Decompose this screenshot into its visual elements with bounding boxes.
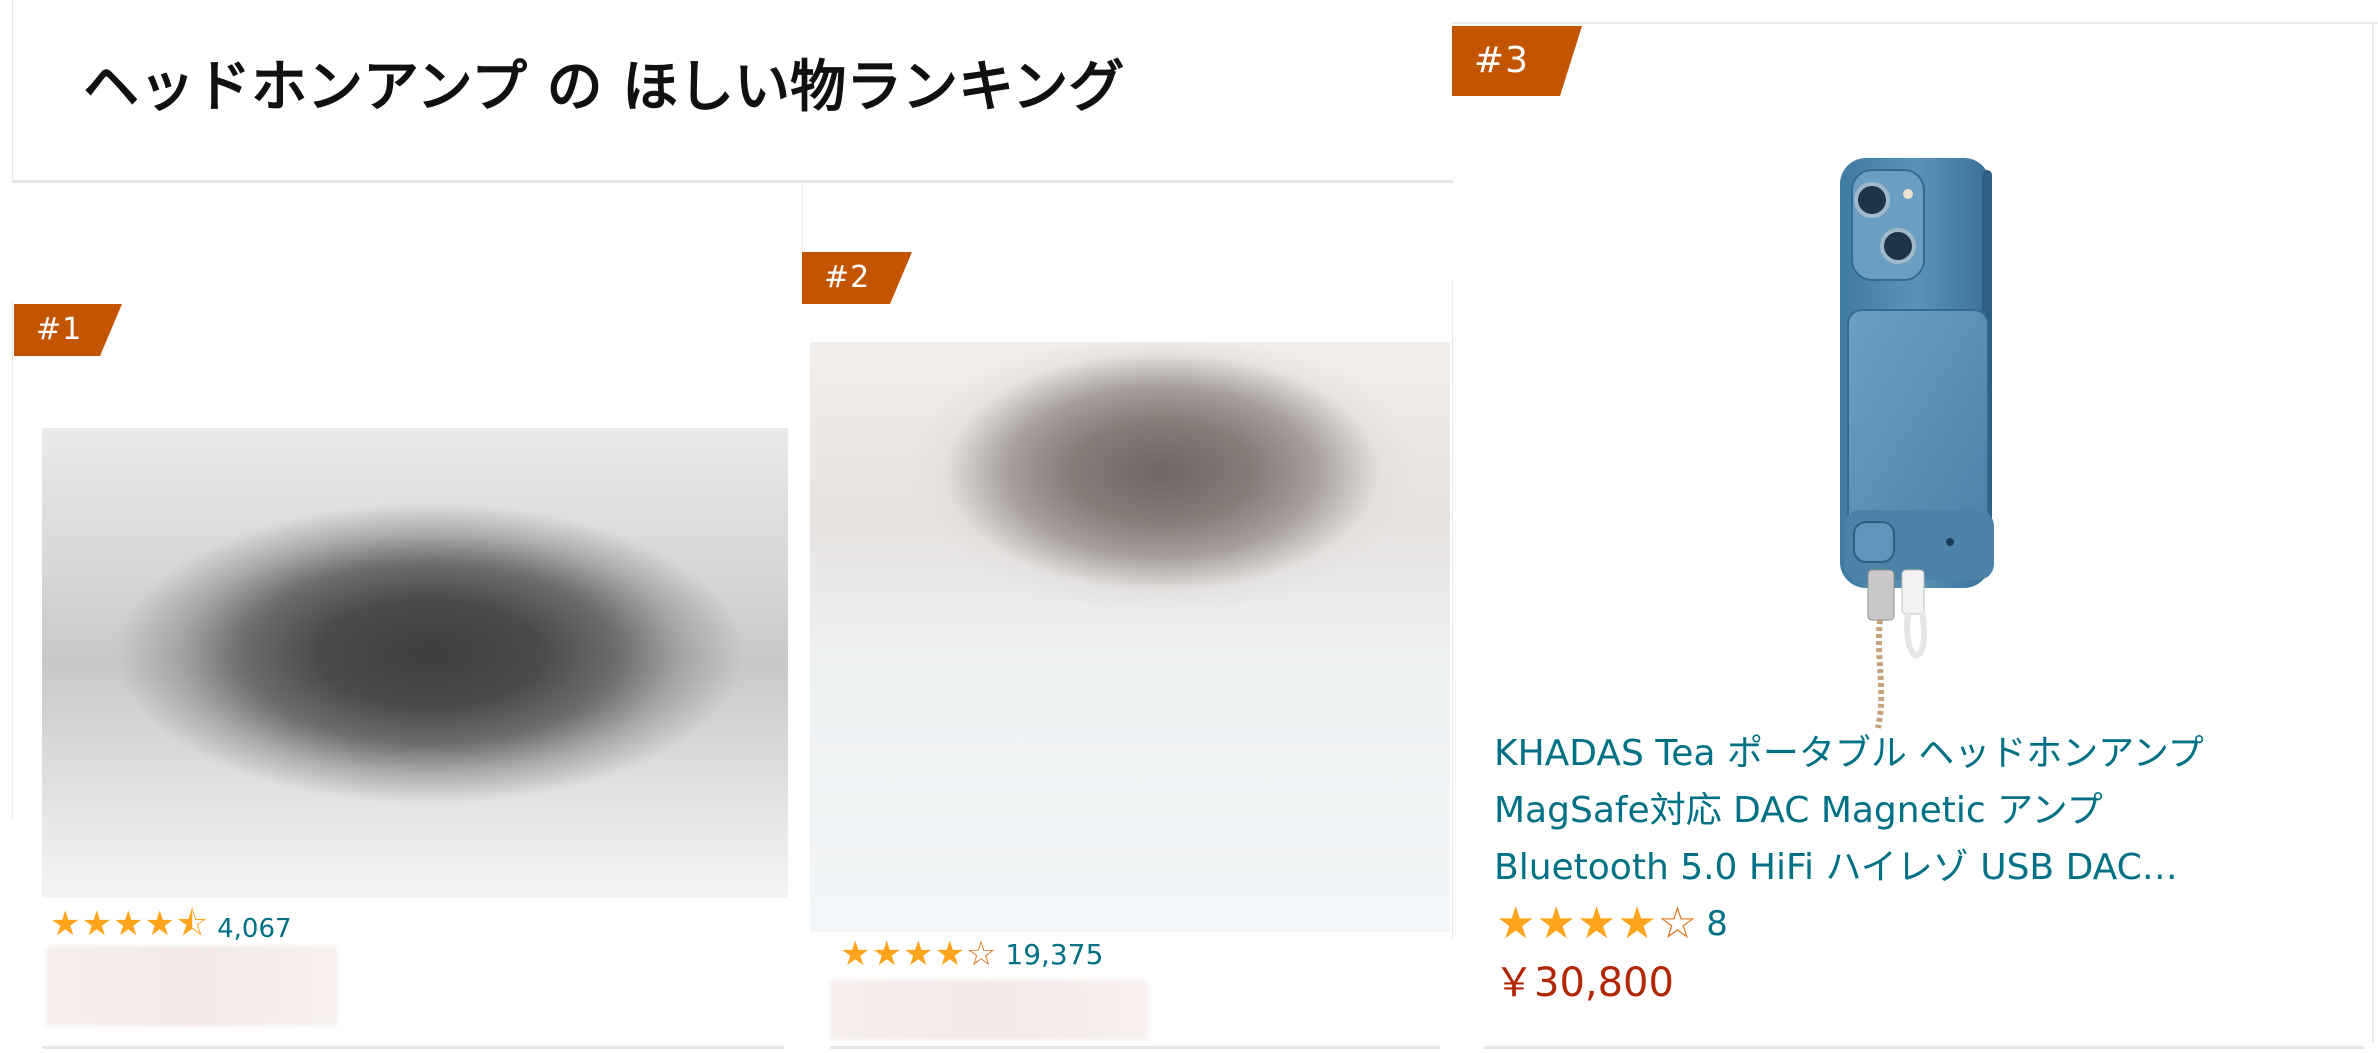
review-count[interactable]: 8 bbox=[1706, 904, 1728, 944]
rank-badge: #1 bbox=[14, 304, 122, 356]
header-panel: ヘッドホンアンプ の ほしい物ランキング bbox=[12, 0, 1453, 183]
column-divider bbox=[12, 300, 13, 820]
amp-body bbox=[1847, 309, 1989, 541]
column-divider bbox=[1452, 280, 1453, 940]
page-title: ヘッドホンアンプ の ほしい物ランキング bbox=[83, 55, 1125, 120]
product-image[interactable] bbox=[810, 342, 1450, 932]
product-title-line[interactable]: KHADAS Tea ポータブル ヘッドホンアンプ bbox=[1494, 725, 2314, 782]
product-title-line[interactable]: MagSafe対応 DAC Magnetic アンプ bbox=[1494, 782, 2314, 839]
product-image[interactable] bbox=[1752, 150, 2012, 730]
column-divider bbox=[1452, 22, 2378, 24]
rating-row[interactable]: ★★★★☆ 8 bbox=[1496, 898, 1728, 949]
product-title-redacted bbox=[830, 980, 1148, 1040]
camera-lens bbox=[1854, 182, 1890, 218]
amp-button bbox=[1853, 521, 1895, 563]
camera-lens bbox=[1880, 228, 1916, 264]
star-rating-icon: ★★★★☆ bbox=[840, 934, 998, 974]
divider bbox=[1484, 1046, 2364, 1049]
review-count[interactable]: 19,375 bbox=[1005, 938, 1103, 971]
product-title-line[interactable]: Bluetooth 5.0 HiFi ハイレゾ USB DAC… bbox=[1494, 839, 2314, 896]
column-divider bbox=[802, 180, 803, 260]
usb-plug bbox=[1901, 569, 1925, 615]
product-title-redacted bbox=[46, 946, 338, 1026]
review-count[interactable]: 4,067 bbox=[217, 914, 291, 944]
amp-led bbox=[1946, 538, 1954, 546]
rank-badge: #3 bbox=[1452, 26, 1582, 96]
rating-row[interactable]: ★★★★☆ 19,375 bbox=[840, 934, 1103, 974]
usb-plug bbox=[1867, 569, 1895, 621]
product-image[interactable] bbox=[42, 428, 788, 898]
loop-cable bbox=[1904, 611, 1928, 659]
column-divider bbox=[2372, 22, 2374, 1042]
braided-cable bbox=[1875, 619, 1885, 729]
rank-badge: #2 bbox=[802, 252, 912, 304]
divider bbox=[830, 1046, 1440, 1049]
divider bbox=[42, 1046, 784, 1049]
product-title-link[interactable]: KHADAS Tea ポータブル ヘッドホンアンプ MagSafe対応 DAC … bbox=[1494, 725, 2314, 896]
ranking-page: ヘッドホンアンプ の ほしい物ランキング #1 ★★★★⯪ 4,067 #2 ★… bbox=[0, 0, 2378, 1053]
star-rating-icon: ★★★★☆ bbox=[1496, 898, 1699, 949]
price: ￥30,800 bbox=[1494, 960, 1674, 1006]
camera-flash bbox=[1903, 189, 1913, 199]
